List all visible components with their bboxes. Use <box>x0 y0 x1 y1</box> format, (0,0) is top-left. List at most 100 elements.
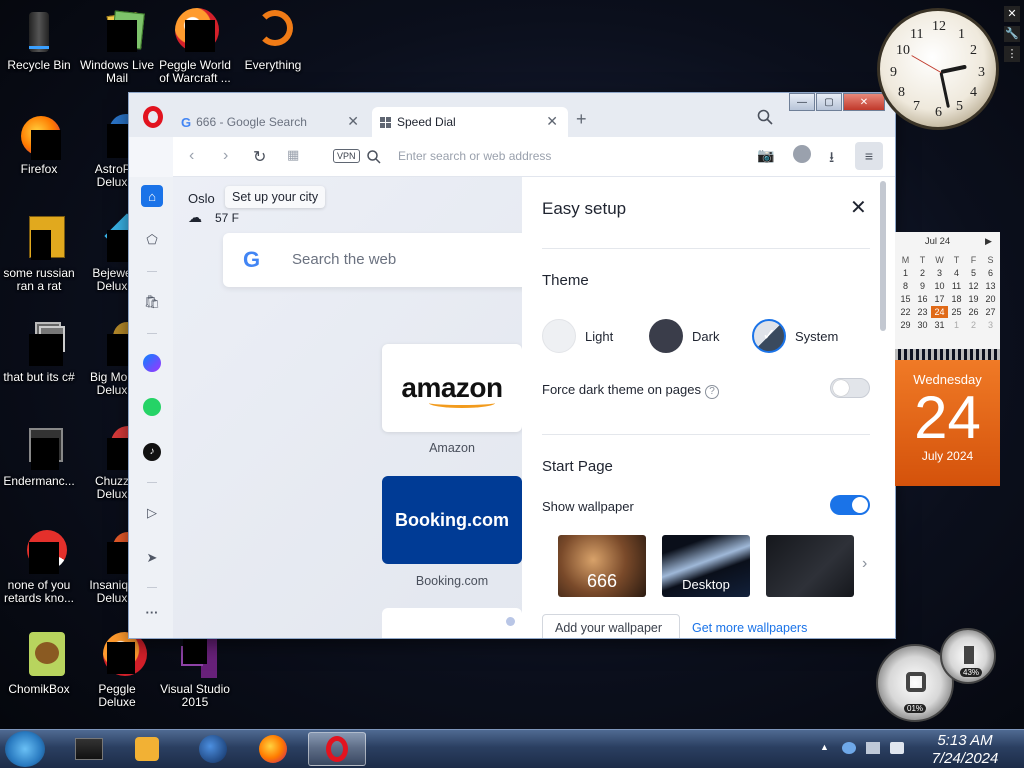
tab-grid-icon[interactable]: ▦ <box>287 147 299 163</box>
tray-clock[interactable]: 5:13 AM 7/24/2024 <box>915 732 1015 768</box>
wallpaper-next-icon[interactable]: › <box>862 555 867 573</box>
calendar-day[interactable]: 20 <box>982 293 999 305</box>
speed-dial-booking[interactable]: Booking.com <box>382 476 522 564</box>
calendar-day[interactable]: 8 <box>897 280 914 292</box>
calendar-day-gadget[interactable]: Wednesday 24 July 2024 <box>895 360 1000 486</box>
clock-gadget[interactable]: 12 1 2 3 4 5 6 7 8 9 10 11 <box>877 8 999 130</box>
forward-icon[interactable]: › <box>223 147 228 165</box>
gadget-wrench-icon[interactable]: 🔧 <box>1004 26 1020 42</box>
tray-expand-icon[interactable]: ▲ <box>820 742 829 752</box>
tab-search-icon[interactable] <box>757 109 773 125</box>
download-icon[interactable]: ⭳ <box>829 147 834 172</box>
easy-setup-menu-icon[interactable]: ≡ <box>855 142 883 170</box>
desktop-icon-firefox[interactable]: Firefox <box>0 112 78 176</box>
wallpaper-666[interactable]: 666 <box>558 535 646 597</box>
desktop-icon-peggle-deluxe[interactable]: Peggle Deluxe <box>78 632 156 709</box>
desktop-icon-visual-studio[interactable]: Visual Studio 2015 <box>156 632 234 709</box>
maximize-button[interactable]: ▢ <box>816 93 842 111</box>
desktop-icon-windows-live-mail[interactable]: Windows Live Mail <box>78 8 156 85</box>
calendar-next-icon[interactable]: ▶ <box>985 236 992 247</box>
desktop-icon-endermanch[interactable]: Endermanc... <box>0 424 78 488</box>
desktop-icon-chomikbox[interactable]: ChomikBox <box>0 632 78 696</box>
calendar-day[interactable]: 26 <box>965 306 982 318</box>
calendar-day[interactable]: 2 <box>965 319 982 331</box>
scrollbar[interactable] <box>880 181 886 331</box>
sidebar-whatsapp-icon[interactable] <box>141 396 163 418</box>
sidebar-more-icon[interactable]: ··· <box>141 601 163 623</box>
calendar-day[interactable]: 19 <box>965 293 982 305</box>
get-more-wallpapers-link[interactable]: Get more wallpapers <box>692 614 807 638</box>
calendar-day[interactable]: 10 <box>931 280 948 292</box>
ram-meter-gadget[interactable]: 43% <box>940 628 996 684</box>
calendar-day[interactable]: 3 <box>982 319 999 331</box>
calendar-day[interactable]: 1 <box>948 319 965 331</box>
taskbar-firefox-icon[interactable] <box>244 732 302 766</box>
close-tab-icon[interactable]: ✕ <box>347 113 359 130</box>
reload-icon[interactable]: ↻ <box>253 147 266 167</box>
sidebar-shopping-icon[interactable]: 🛍 <box>141 291 163 313</box>
address-input[interactable]: Enter search or web address <box>398 149 551 163</box>
calendar-day[interactable]: 23 <box>914 306 931 318</box>
calendar-day[interactable]: 4 <box>948 267 965 279</box>
theme-system-option[interactable]: ✓ System <box>752 319 838 353</box>
desktop-icon-russian-rat[interactable]: e some russian ran a rat <box>0 216 78 293</box>
weather-city[interactable]: Oslo <box>188 191 215 206</box>
theme-dark-option[interactable]: Dark <box>649 319 719 353</box>
desktop-icon-that-but-csharp[interactable]: that but its c# <box>0 320 78 384</box>
calendar-day[interactable]: 2 <box>914 267 931 279</box>
profile-icon[interactable] <box>793 145 811 163</box>
sidebar-player-icon[interactable]: ▷ <box>141 502 163 524</box>
minimize-button[interactable]: — <box>789 93 815 111</box>
desktop-icon-none-of-you[interactable]: none of you retards kno... <box>0 528 78 605</box>
sidebar-send-icon[interactable]: ➤ <box>141 547 163 569</box>
tab-google-search[interactable]: G 666 - Google Search ✕ <box>173 107 369 137</box>
close-tab-icon[interactable]: ✕ <box>546 113 558 130</box>
calendar-month-gadget[interactable]: Jul 24 ▶ M T W T F S 1 2 3 4 5 6 8 9 10 … <box>895 232 1000 349</box>
calendar-day[interactable]: 25 <box>948 306 965 318</box>
calendar-day[interactable]: 16 <box>914 293 931 305</box>
calendar-day[interactable]: 15 <box>897 293 914 305</box>
tray-network-icon[interactable] <box>842 742 856 754</box>
show-wallpaper-toggle[interactable] <box>830 495 870 515</box>
sidebar-tiktok-icon[interactable]: ♪ <box>141 441 163 463</box>
force-dark-toggle[interactable] <box>830 378 870 398</box>
tray-volume-icon[interactable] <box>890 742 904 754</box>
vpn-badge[interactable]: VPN <box>333 149 360 163</box>
sidebar-bookmarks-icon[interactable]: ⬠ <box>141 229 163 251</box>
opera-logo-icon[interactable] <box>143 106 163 128</box>
gadget-close-icon[interactable]: ✕ <box>1004 6 1020 22</box>
desktop-icon-everything[interactable]: Everything <box>234 8 312 72</box>
sidebar-home-icon[interactable]: ⌂ <box>141 185 163 207</box>
calendar-day-today[interactable]: 24 <box>931 306 948 318</box>
help-icon[interactable]: ? <box>704 385 719 399</box>
page-dot[interactable] <box>506 617 515 626</box>
web-search-box[interactable]: G Search the web <box>223 233 533 287</box>
calendar-day[interactable]: 31 <box>931 319 948 331</box>
snapshot-icon[interactable]: 📷 <box>757 147 774 164</box>
calendar-day[interactable]: 6 <box>982 267 999 279</box>
start-button-windows-icon[interactable] <box>5 731 45 767</box>
gadget-drag-icon[interactable]: ⋮ <box>1004 46 1020 62</box>
calendar-day[interactable]: 3 <box>931 267 948 279</box>
wallpaper-desktop[interactable]: Desktop <box>662 535 750 597</box>
close-easy-setup-icon[interactable]: ✕ <box>850 195 867 220</box>
calendar-day[interactable]: 9 <box>914 280 931 292</box>
new-tab-button[interactable]: + <box>576 109 587 130</box>
calendar-day[interactable]: 17 <box>931 293 948 305</box>
calendar-day[interactable]: 22 <box>897 306 914 318</box>
desktop-icon-peggle-wow[interactable]: Peggle World of Warcraft ... <box>156 8 234 85</box>
calendar-day[interactable]: 1 <box>897 267 914 279</box>
wallpaper-dark[interactable] <box>766 535 854 597</box>
taskbar-media-player-icon[interactable] <box>118 732 176 766</box>
calendar-day[interactable]: 11 <box>948 280 965 292</box>
taskbar-globe-icon[interactable] <box>184 732 242 766</box>
add-wallpaper-button[interactable]: Add your wallpaper <box>542 614 680 638</box>
close-window-button[interactable]: ✕ <box>843 93 885 111</box>
calendar-day[interactable]: 27 <box>982 306 999 318</box>
set-city-tooltip[interactable]: Set up your city <box>225 186 326 208</box>
back-icon[interactable]: ‹ <box>189 147 194 165</box>
calendar-day[interactable]: 29 <box>897 319 914 331</box>
calendar-day[interactable]: 13 <box>982 280 999 292</box>
calendar-day[interactable]: 5 <box>965 267 982 279</box>
taskbar-opera-icon[interactable] <box>308 732 366 766</box>
